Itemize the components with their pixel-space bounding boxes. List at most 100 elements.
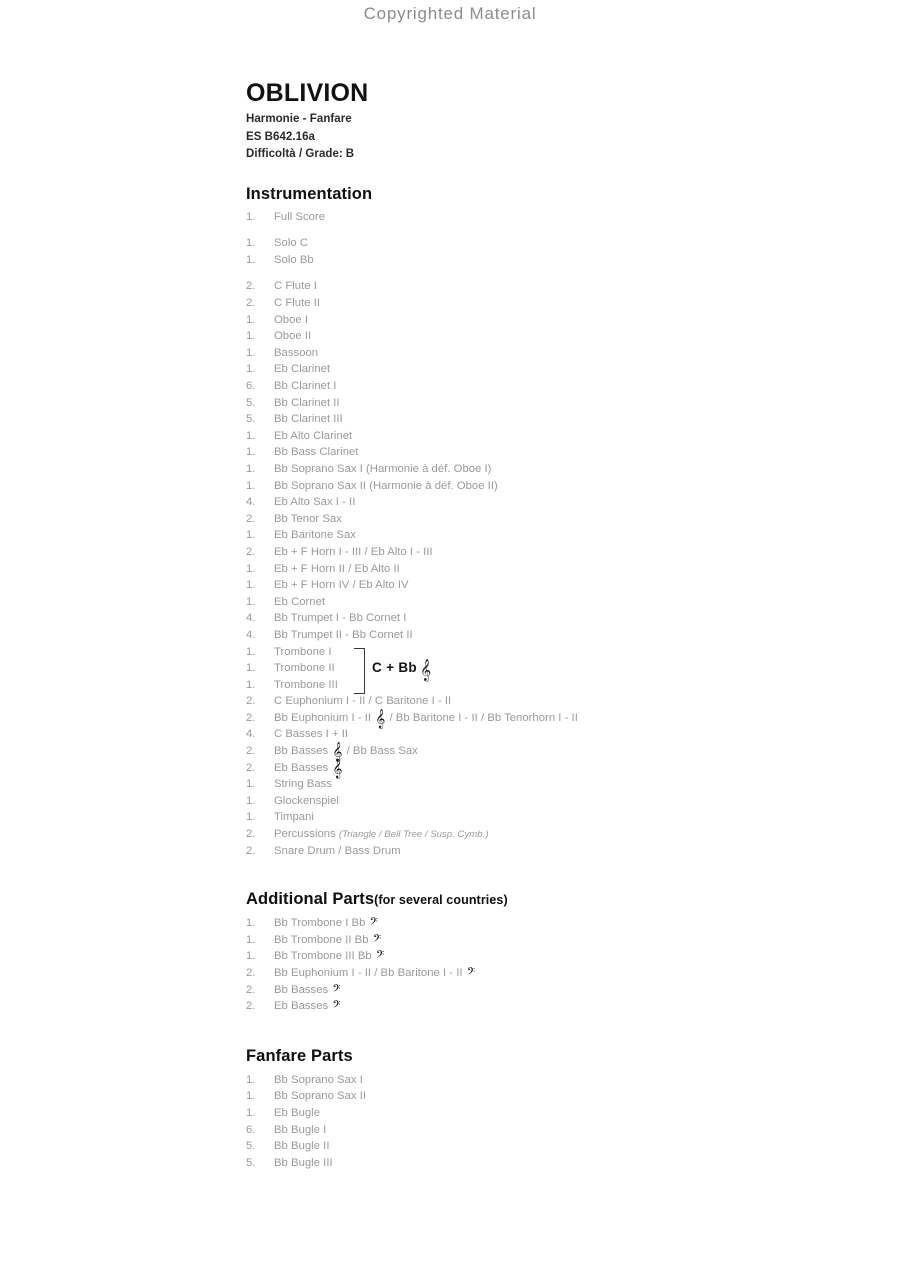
list-item: 6. Bb Clarinet I (246, 380, 866, 397)
bass-clef-icon: 𝄢 (369, 916, 378, 932)
item-quantity: 1. (246, 313, 256, 326)
item-quantity: 1. (246, 579, 256, 592)
item-quantity: 1. (246, 237, 256, 250)
item-quantity: 1. (246, 479, 256, 492)
item-label: Bb Bugle II (274, 1140, 330, 1153)
list-item: 1. Eb Cornet (246, 596, 866, 613)
treble-clef-icon: 𝄞 (419, 658, 432, 681)
item-quantity: 1. (246, 253, 256, 266)
item-label: Eb + F Horn I - III / Eb Alto I - III (274, 545, 433, 558)
bass-clef-icon: 𝄢 (332, 982, 341, 998)
list-item: 1. Eb Alto Clarinet (246, 430, 866, 447)
item-quantity: 1. (246, 446, 256, 459)
list-item: 2. C Euphonium I - II / C Baritone I - II (246, 695, 866, 712)
item-label: Bb Bass Clarinet (274, 446, 359, 459)
item-quantity: 1. (246, 1090, 256, 1103)
item-quantity: 2. (246, 828, 256, 841)
list-item: 1. Trombone II (246, 662, 866, 679)
list-item: 5. Bb Clarinet II (246, 397, 866, 414)
item-quantity: 1. (246, 429, 256, 442)
item-quantity: 2. (246, 297, 256, 310)
item-quantity: 1. (246, 645, 256, 658)
bass-clef-icon: 𝄢 (466, 966, 476, 981)
item-label: Bb Bugle I (274, 1123, 327, 1136)
list-item: 1. Solo C (246, 237, 866, 254)
list-item: 5. Bb Clarinet III (246, 413, 866, 430)
series-label: Harmonie - Fanfare (246, 113, 352, 126)
item-label: Bb Euphonium I - II / Bb Baritone I - II… (274, 966, 476, 981)
item-label: Bb Clarinet III (274, 413, 343, 426)
item-quantity: 1. (246, 811, 256, 824)
list-item: 2. Bb Basses 𝄢 (246, 984, 866, 1001)
list-item: 1. Trombone III (246, 679, 866, 696)
item-label: Full Score (274, 210, 326, 223)
list-item: 4. Eb Alto Sax I - II (246, 496, 866, 513)
list-item: 1. Eb Baritone Sax (246, 529, 866, 546)
item-label: Solo C (274, 237, 309, 250)
item-label: Bb Clarinet II (274, 396, 340, 409)
item-quantity: 2. (246, 967, 256, 979)
score-info-sheet: OBLIVION Harmonie - Fanfare ES B642.16a … (246, 80, 866, 1173)
list-item: 4. Bb Trumpet I - Bb Cornet I (246, 612, 866, 629)
item-quantity: 1. (246, 529, 256, 542)
item-label: Eb Basses 𝄢 (274, 999, 341, 1015)
item-label: Bb Euphonium I - II 𝄞 / Bb Baritone I - … (274, 708, 578, 729)
item-label: Eb + F Horn II / Eb Alto II (274, 562, 400, 575)
item-label: C Flute II (274, 297, 321, 310)
item-quantity: 2. (246, 1000, 256, 1013)
list-item: 4. Bb Trumpet II - Bb Cornet II (246, 629, 866, 646)
item-label: Bb Basses 𝄞 / Bb Bass Sax (274, 742, 418, 763)
list-item: 1. Bassoon (246, 347, 866, 364)
fanfare-parts-list: 1. Bb Soprano Sax I 1. Bb Soprano Sax II 1. E… (246, 1074, 866, 1174)
item-quantity: 1. (246, 794, 256, 807)
item-quantity: 4. (246, 496, 256, 509)
list-item: 2. Snare Drum / Bass Drum (246, 845, 866, 862)
item-label: C Flute I (274, 280, 317, 293)
grade-value: B (345, 148, 355, 161)
item-quantity: 2. (246, 545, 256, 558)
list-item: 1. Full Score (246, 211, 866, 228)
item-label: C Basses I + II (274, 728, 349, 741)
list-item: 6. Bb Bugle I (246, 1124, 866, 1141)
item-quantity: 1. (246, 917, 256, 930)
item-quantity: 4. (246, 612, 256, 625)
item-quantity: 1. (246, 210, 256, 223)
item-label: Percussions (Triangle / Bell Tree / Susp… (274, 828, 489, 841)
list-item: 1. Glockenspiel (246, 795, 866, 812)
list-item: 1. Bb Trombone I Bb 𝄢 (246, 917, 866, 934)
additional-parts-heading-suffix: (for several countries) (374, 893, 508, 908)
item-quantity: 1. (246, 933, 256, 946)
additional-parts-heading: Additional Parts(for several countries) (246, 890, 866, 909)
list-item: 1. Bb Bass Clarinet (246, 446, 866, 463)
item-quantity: 5. (246, 396, 256, 409)
item-quantity: 2. (246, 711, 256, 724)
item-label: Trombone III (274, 678, 338, 691)
item-quantity: 1. (246, 346, 256, 359)
item-quantity: 4. (246, 628, 256, 641)
item-quantity: 2. (246, 844, 256, 857)
instrumentation-list: 1. Full Score 1. Solo C 1. Solo Bb 2. C Flute I… (246, 211, 866, 862)
item-quantity: 2. (246, 512, 256, 525)
item-label: Trombone I (274, 645, 332, 658)
item-label: Eb Alto Clarinet (274, 429, 353, 442)
bass-clef-icon: 𝄢 (375, 949, 385, 965)
list-item: 1. Oboe I (246, 314, 866, 331)
item-quantity: 1. (246, 950, 256, 963)
item-label: Snare Drum / Bass Drum (274, 844, 401, 857)
item-quantity: 1. (246, 1106, 256, 1119)
item-quantity: 1. (246, 595, 256, 608)
list-item: 1. Eb + F Horn II / Eb Alto II (246, 563, 866, 580)
list-item: 1. Bb Soprano Sax I (Harmonie à déf. Oboe… (246, 463, 866, 480)
instrumentation-heading: Instrumentation (246, 184, 373, 203)
item-quantity: 2. (246, 280, 256, 293)
item-label: C Euphonium I - II / C Baritone I - II (274, 695, 452, 708)
trombone-bracket-note: C + Bb 𝄞 (372, 658, 432, 681)
item-label: Trombone II (274, 662, 335, 675)
list-item: 2. Eb Basses 𝄢 (246, 1000, 866, 1017)
list-item: 1. Trombone I (246, 646, 866, 663)
item-label: Eb Baritone Sax (274, 529, 356, 542)
item-label: Bb Trumpet I - Bb Cornet I (274, 612, 407, 625)
item-quantity: 5. (246, 1140, 256, 1153)
item-label: Bb Clarinet I (274, 380, 337, 392)
list-item: 1. Eb Bugle (246, 1107, 866, 1124)
